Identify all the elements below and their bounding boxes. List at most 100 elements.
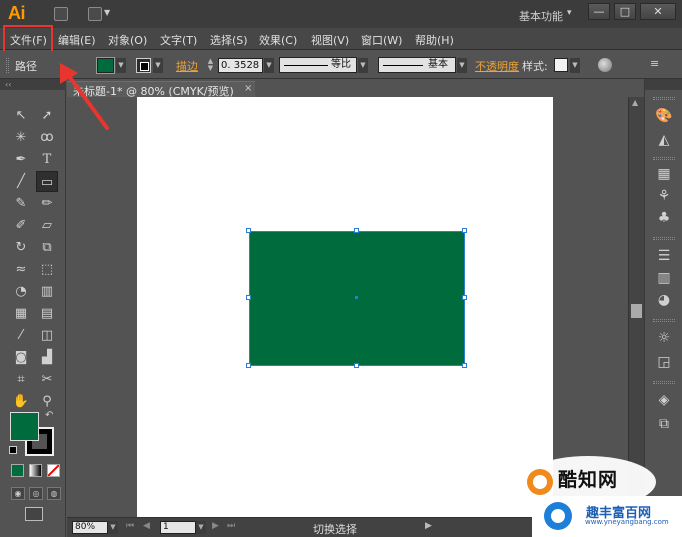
resize-handle[interactable] <box>462 228 467 233</box>
panel-grip[interactable] <box>653 97 675 100</box>
magic-wand-tool-icon[interactable]: ✳ <box>10 127 32 148</box>
previous-artboard-icon[interactable]: ◀ <box>143 521 150 531</box>
layers-icon[interactable]: ◈ <box>655 391 673 409</box>
panel-expand-icon[interactable] <box>645 79 682 90</box>
panel-grip[interactable] <box>653 319 675 322</box>
draw-normal-button[interactable]: ◉ <box>11 487 25 500</box>
resize-handle[interactable] <box>246 228 251 233</box>
panel-grip[interactable] <box>653 381 675 384</box>
screen-mode-button[interactable] <box>25 507 43 521</box>
gradient-mode-button[interactable] <box>29 464 42 477</box>
panel-grip[interactable] <box>653 157 675 160</box>
resize-handle[interactable] <box>354 228 359 233</box>
color-icon[interactable]: ◭ <box>655 131 673 149</box>
chevron-down-icon[interactable]: ▼ <box>264 58 274 73</box>
pencil-tool-icon[interactable]: ✏ <box>36 193 58 214</box>
graphic-styles-icon[interactable]: ◲ <box>655 353 673 371</box>
selection-tool-icon[interactable]: ↖ <box>10 105 32 126</box>
scale-tool-icon[interactable]: ⧉ <box>36 237 58 258</box>
swatches-icon[interactable]: ▦ <box>655 165 673 183</box>
chevron-down-icon[interactable]: ▼ <box>358 58 368 73</box>
hand-tool-icon[interactable]: ✋ <box>10 391 32 412</box>
panel-collapse-icon[interactable]: ‹‹ <box>0 79 66 90</box>
artboard-number-input[interactable]: 1 <box>160 521 196 534</box>
menu-window[interactable]: 窗口(W) <box>361 32 402 48</box>
stroke-color-swatch[interactable] <box>136 58 151 73</box>
chevron-down-icon[interactable]: ▼ <box>116 58 126 73</box>
none-mode-button[interactable] <box>47 464 60 477</box>
width-tool-icon[interactable]: ≈ <box>10 259 32 280</box>
appearance-icon[interactable]: ☼ <box>655 329 673 347</box>
menu-effect[interactable]: 效果(C) <box>259 32 297 48</box>
menu-edit[interactable]: 编辑(E) <box>58 32 96 48</box>
arrange-documents-icon[interactable] <box>88 7 102 21</box>
draw-behind-button[interactable]: ◎ <box>29 487 43 500</box>
chevron-down-icon[interactable]: ▼ <box>153 58 163 73</box>
menu-type[interactable]: 文字(T) <box>160 32 197 48</box>
color-guide-icon[interactable]: 🎨 <box>655 107 673 125</box>
swap-fill-stroke-icon[interactable]: ↶ <box>45 410 53 421</box>
line-tool-icon[interactable]: ╱ <box>10 171 32 192</box>
blob-brush-tool-icon[interactable]: ✐ <box>10 215 32 236</box>
transparency-icon[interactable]: ◕ <box>655 291 673 309</box>
workspace-switcher[interactable]: 基本功能 <box>519 8 563 24</box>
chevron-down-icon[interactable]: ▼ <box>457 58 467 73</box>
bridge-icon[interactable] <box>54 7 68 21</box>
panel-menu-icon[interactable]: ≡ <box>650 57 659 70</box>
current-tool-status[interactable]: 切换选择 <box>313 521 357 537</box>
default-fill-stroke-icon[interactable] <box>9 446 17 454</box>
free-transform-tool-icon[interactable]: ⬚ <box>36 259 58 280</box>
menu-help[interactable]: 帮助(H) <box>415 32 454 48</box>
brush-definition-select[interactable]: 基本 <box>378 57 456 73</box>
gradient-tool-icon[interactable]: ▤ <box>36 303 58 324</box>
artboard-tool-icon[interactable]: ⌗ <box>10 369 32 390</box>
rotate-tool-icon[interactable]: ↻ <box>10 237 32 258</box>
next-artboard-icon[interactable]: ▶ <box>212 521 219 531</box>
recolor-artwork-icon[interactable] <box>598 58 612 72</box>
draw-inside-button[interactable]: ◍ <box>47 487 61 500</box>
paintbrush-tool-icon[interactable]: ✎ <box>10 193 32 214</box>
shape-builder-tool-icon[interactable]: ◔ <box>10 281 32 302</box>
panel-grip[interactable] <box>6 58 9 73</box>
chevron-down-icon[interactable]: ▼ <box>104 8 110 17</box>
chevron-down-icon[interactable]: ▼ <box>108 521 118 534</box>
resize-handle[interactable] <box>246 363 251 368</box>
last-artboard-icon[interactable]: ⏭ <box>227 521 235 531</box>
perspective-grid-tool-icon[interactable]: ▥ <box>36 281 58 302</box>
first-artboard-icon[interactable]: ⏮ <box>126 521 134 531</box>
zoom-tool-icon[interactable]: ⚲ <box>36 391 58 412</box>
stroke-panel-link[interactable]: 描边 <box>176 58 198 74</box>
lasso-tool-icon[interactable]: ꝏ <box>36 127 58 148</box>
opacity-panel-link[interactable]: 不透明度 <box>475 58 519 74</box>
scrollbar-thumb[interactable] <box>631 304 642 318</box>
resize-handle[interactable] <box>462 295 467 300</box>
chevron-down-icon[interactable]: ▼ <box>570 58 580 73</box>
variable-width-profile-select[interactable]: 等比 <box>279 57 357 73</box>
brushes-icon[interactable]: ⚘ <box>655 187 673 205</box>
stroke-icon[interactable]: ☰ <box>655 247 673 265</box>
rectangle-tool-icon[interactable]: ▭ <box>36 171 58 192</box>
stroke-weight-stepper[interactable]: ▲ ▼ <box>204 58 217 73</box>
close-button[interactable]: ✕ <box>640 3 676 20</box>
menu-select[interactable]: 选择(S) <box>210 32 248 48</box>
close-icon[interactable]: × <box>244 83 252 94</box>
resize-handle[interactable] <box>462 363 467 368</box>
document-tab[interactable]: 未标题-1* @ 80% (CMYK/预览) × <box>67 81 255 98</box>
direct-selection-tool-icon[interactable]: ➚ <box>36 105 58 126</box>
eraser-tool-icon[interactable]: ▱ <box>36 215 58 236</box>
fill-color-swatch[interactable] <box>96 57 115 74</box>
symbol-sprayer-tool-icon[interactable]: ◙ <box>10 347 32 368</box>
resize-handle[interactable] <box>246 295 251 300</box>
slice-tool-icon[interactable]: ✂ <box>36 369 58 390</box>
panel-grip[interactable] <box>653 237 675 240</box>
eyedropper-tool-icon[interactable]: ⁄ <box>10 325 32 346</box>
pen-tool-icon[interactable]: ✒ <box>10 149 32 170</box>
mesh-tool-icon[interactable]: ▦ <box>10 303 32 324</box>
chevron-down-icon[interactable]: ▼ <box>196 521 206 534</box>
restore-button[interactable]: □ <box>614 3 636 20</box>
column-graph-tool-icon[interactable]: ▟ <box>36 347 58 368</box>
chevron-down-icon[interactable]: ▾ <box>567 8 572 18</box>
type-tool-icon[interactable]: T <box>36 149 58 170</box>
scroll-up-icon[interactable]: ▲ <box>632 98 638 107</box>
gradient-icon[interactable]: ▥ <box>655 269 673 287</box>
